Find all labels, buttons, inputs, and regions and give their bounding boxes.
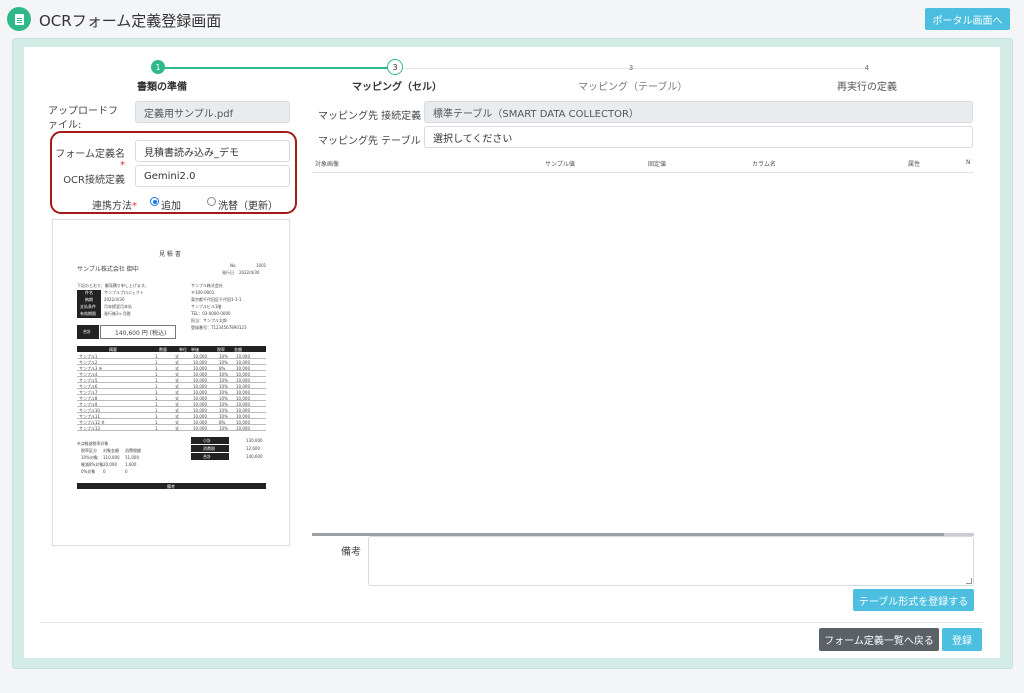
- upload-label: アップロードファイル:: [48, 106, 118, 131]
- grid-header-row: [312, 153, 974, 173]
- column-header[interactable]: 固定値: [648, 159, 666, 168]
- document-icon: [7, 7, 31, 31]
- portal-button[interactable]: ポータル画面へ: [925, 8, 1010, 30]
- preview-info-value: 発行後3ヶ月間: [104, 311, 131, 316]
- preview-tax-cell: 110,000: [103, 455, 120, 460]
- preview-no-label: No.: [230, 263, 237, 268]
- preview-info-value: 2022/4/30: [104, 297, 125, 302]
- preview-tax-cell: 11,000: [125, 455, 139, 460]
- preview-tax-cell: 0: [125, 469, 128, 474]
- preview-table-cell: 10,000: [193, 426, 207, 431]
- mapping-connection-field: 標準テーブル（SMART DATA COLLECTOR）: [424, 101, 973, 123]
- preview-company-line: サンプル株式会社: [191, 283, 223, 288]
- preview-summary-value: 12,600: [246, 446, 260, 451]
- top-bar: OCRフォーム定義登録画面 ポータル画面へ: [0, 0, 1024, 38]
- step-2-dot[interactable]: 3: [387, 59, 403, 75]
- step-2-label[interactable]: マッピング（セル）: [352, 78, 442, 93]
- resize-handle-icon[interactable]: [966, 578, 972, 584]
- preview-table-cell: 10%: [219, 426, 228, 431]
- preview-company-line: 担当：サンプル太郎: [191, 318, 227, 323]
- preview-footer-label: 備考: [167, 484, 175, 489]
- document-preview[interactable]: 見 積 書 サンプル株式会社 御中 No. 1001 発行日 2022/4/30…: [52, 219, 290, 546]
- stepper-progress-line: [158, 67, 395, 69]
- step-3-num[interactable]: 3: [626, 63, 636, 73]
- preview-company-line: TEL：03-0000-0000: [191, 311, 231, 316]
- preview-summary-value: 130,000: [246, 438, 263, 443]
- preview-tax-cell: 消費税額: [125, 448, 141, 453]
- step-4-num[interactable]: 4: [862, 63, 872, 73]
- preview-recipient: サンプル株式会社 御中: [77, 266, 139, 273]
- step-1-label[interactable]: 書類の準備: [137, 78, 187, 93]
- footer-divider: [40, 622, 984, 623]
- mapping-table-label: マッピング先 テーブル: [318, 136, 421, 147]
- preview-tax-cell: 1,600: [125, 462, 137, 467]
- step-1-dot[interactable]: 1: [151, 60, 165, 74]
- column-header[interactable]: カラム名: [752, 159, 776, 168]
- page-title: OCRフォーム定義登録画面: [39, 12, 222, 30]
- preview-date-label: 発行日: [222, 270, 234, 275]
- preview-tax-cell: 税率区分: [81, 448, 97, 453]
- preview-info-label: 件名: [85, 290, 93, 295]
- preview-title: 見 積 書: [159, 251, 181, 258]
- preview-company-line: 東京都千代田区千代田1-1-1: [191, 297, 242, 302]
- preview-no-value: 1001: [256, 263, 267, 268]
- preview-info-label: 支払条件: [80, 304, 96, 309]
- upload-file-field: 定義用サンプル.pdf: [135, 101, 290, 123]
- preview-tax-cell: 0%対象: [81, 469, 96, 474]
- preview-info-label: 納期: [85, 297, 93, 302]
- preview-info-value: サンプルプロジェクト: [104, 290, 144, 295]
- back-to-list-button[interactable]: フォーム定義一覧へ戻る: [819, 628, 939, 651]
- preview-summary-label: 合計: [203, 454, 211, 459]
- preview-info-label: 有効期限: [80, 311, 96, 316]
- preview-date-value: 2022/4/30: [239, 270, 260, 275]
- mapping-table-select[interactable]: 選択してください: [424, 126, 973, 148]
- preview-tax-note: ※は軽減税率対象: [77, 441, 109, 446]
- preview-company-line: 登録番号：T1234567890123: [191, 325, 247, 330]
- preview-table-cell: 1: [155, 426, 158, 431]
- column-header[interactable]: サンプル値: [545, 159, 575, 168]
- preview-total-label: 合計: [83, 329, 91, 334]
- preview-tax-cell: 10%対象: [81, 455, 98, 460]
- preview-summary-label: 消費税: [203, 446, 215, 451]
- preview-company-line: 〒100-0001: [191, 290, 215, 295]
- register-button[interactable]: 登録: [942, 628, 982, 651]
- preview-tax-cell: 軽減8%対象: [81, 462, 104, 467]
- preview-total-value: 140,600 円 (税込): [115, 330, 167, 337]
- preview-summary-label: 小計: [203, 438, 211, 443]
- mapping-connection-label: マッピング先 接続定義: [318, 111, 422, 122]
- preview-table-cell: サンプル13: [79, 426, 100, 431]
- step-4-label[interactable]: 再実行の定義: [836, 78, 898, 93]
- remarks-label: 備考: [341, 547, 361, 558]
- preview-summary-value: 140,600: [246, 454, 263, 459]
- step-3-label[interactable]: マッピング（テーブル）: [578, 78, 687, 93]
- column-header[interactable]: N: [966, 159, 971, 166]
- preview-company-line: サンプルビル1階: [191, 304, 222, 309]
- preview-tax-cell: 20,000: [103, 462, 117, 467]
- preview-tax-cell: 0: [103, 469, 106, 474]
- register-table-button[interactable]: テーブル形式を登録する: [853, 589, 974, 611]
- column-header[interactable]: 対象画像: [315, 159, 339, 168]
- preview-tax-cell: 対象金額: [103, 448, 119, 453]
- preview-table-cell: 式: [175, 426, 179, 431]
- preview-table-cell: 10,000: [236, 426, 250, 431]
- preview-intro: 下記のとおり、御見積り申し上げます。: [77, 283, 149, 288]
- highlight-annotation: [50, 131, 297, 214]
- remarks-textarea[interactable]: [368, 536, 974, 586]
- preview-info-value: 月末締翌月末払: [104, 304, 132, 309]
- column-header[interactable]: 属性: [908, 159, 920, 168]
